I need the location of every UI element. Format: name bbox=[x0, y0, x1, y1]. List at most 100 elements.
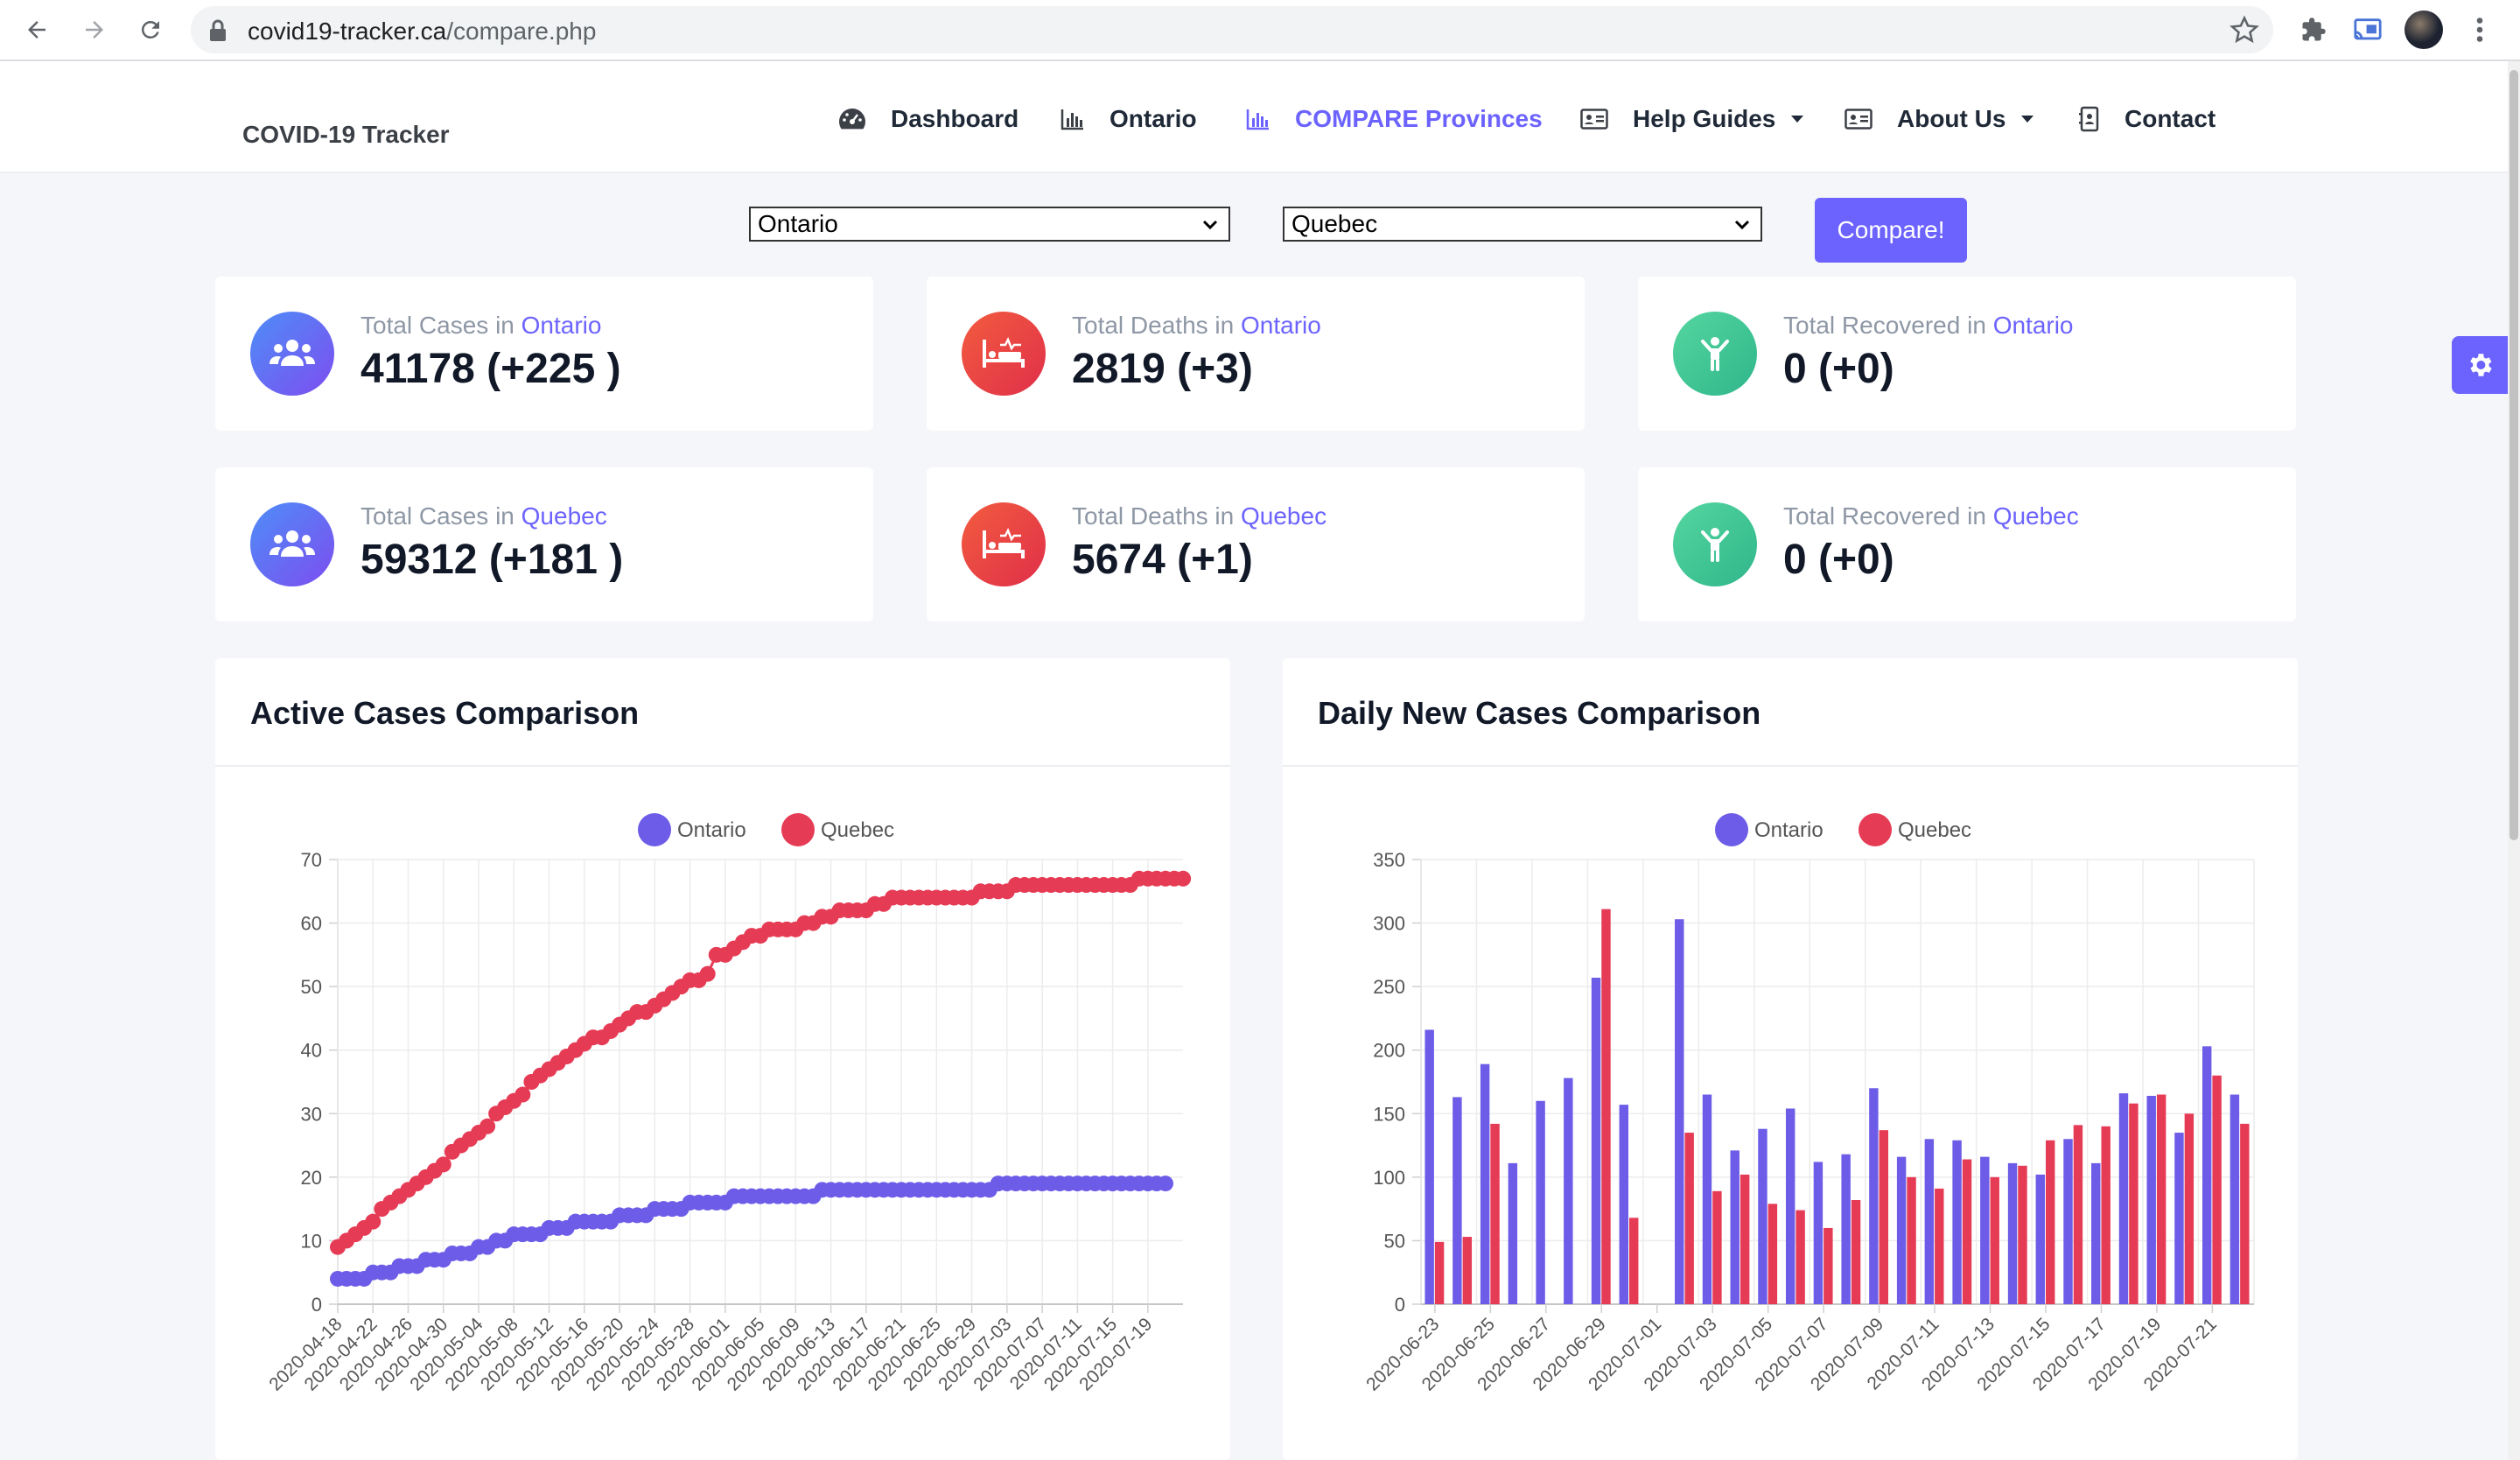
stat-card-total-cases-b: Total Cases in Quebec 59312 (+181 ) bbox=[215, 467, 873, 621]
y-tick-label: 0 bbox=[312, 1294, 322, 1316]
bar-ontario bbox=[1675, 919, 1684, 1304]
nav-dashboard[interactable]: Dashboard bbox=[838, 102, 1018, 137]
bar-quebec bbox=[2046, 1140, 2055, 1304]
stat-region: Quebec bbox=[521, 502, 607, 530]
bar-ontario bbox=[1952, 1140, 1962, 1304]
bar-quebec bbox=[2101, 1126, 2110, 1304]
province-b-select[interactable]: Quebec bbox=[1283, 207, 1762, 242]
stat-label: Total Recovered in Ontario bbox=[1783, 312, 2074, 340]
bar-ontario bbox=[2202, 1046, 2212, 1304]
bar-ontario bbox=[1702, 1094, 1712, 1304]
stat-label: Total Recovered in Quebec bbox=[1783, 502, 2079, 530]
compare-button[interactable]: Compare! bbox=[1815, 198, 1967, 263]
bar-quebec bbox=[1962, 1159, 1972, 1304]
stat-label: Total Cases in Quebec bbox=[360, 502, 607, 530]
legend-swatch bbox=[638, 813, 671, 846]
bar-quebec bbox=[1907, 1176, 1916, 1304]
bookmark-star-icon[interactable] bbox=[2230, 15, 2259, 45]
reload-button[interactable] bbox=[131, 11, 170, 49]
nav-compare-label: COMPARE Provinces bbox=[1295, 105, 1543, 132]
province-a-select[interactable]: Ontario bbox=[749, 207, 1230, 242]
y-tick-label: 100 bbox=[1373, 1167, 1405, 1189]
y-tick-label: 300 bbox=[1373, 913, 1405, 935]
y-tick-label: 50 bbox=[301, 976, 322, 998]
cast-button[interactable] bbox=[2348, 11, 2387, 49]
chevron-down-icon bbox=[1734, 220, 1750, 230]
bar-quebec bbox=[2156, 1094, 2166, 1304]
id-card-icon bbox=[1580, 109, 1608, 130]
bar-quebec bbox=[1768, 1204, 1778, 1304]
y-tick-label: 10 bbox=[301, 1230, 322, 1252]
active-cases-line-chart: 010203040506070Ontario Quebec2020-04-1820… bbox=[265, 813, 1192, 1394]
bar-quebec bbox=[1629, 1218, 1639, 1304]
contact-book-icon bbox=[2079, 106, 2099, 132]
stat-label-prefix: Total Deaths in bbox=[1072, 502, 1235, 530]
url-text: covid19-tracker.ca/compare.php bbox=[248, 18, 596, 46]
legend-label: Quebec bbox=[821, 818, 894, 842]
bar-ontario bbox=[1785, 1108, 1796, 1304]
bar-ontario bbox=[1619, 1105, 1628, 1304]
stat-region: Quebec bbox=[1241, 502, 1327, 530]
stat-value: 5674 (+1) bbox=[1072, 537, 1253, 583]
y-tick-label: 200 bbox=[1373, 1040, 1405, 1062]
stat-card-total-recovered-a: Total Recovered in Ontario 0 (+0) bbox=[1638, 277, 2296, 431]
stat-label: Total Cases in Ontario bbox=[360, 312, 601, 340]
y-tick-label: 150 bbox=[1373, 1103, 1405, 1125]
bar-quebec bbox=[1740, 1174, 1750, 1304]
lock-icon bbox=[210, 19, 226, 41]
browser-menu-button[interactable] bbox=[2460, 11, 2499, 49]
nav-ontario-label: Ontario bbox=[1110, 105, 1197, 132]
bar-quebec bbox=[2184, 1113, 2194, 1304]
y-tick-label: 40 bbox=[301, 1040, 322, 1062]
stat-label: Total Deaths in Quebec bbox=[1072, 502, 1326, 530]
forward-button[interactable] bbox=[75, 11, 114, 49]
nav-dashboard-label: Dashboard bbox=[891, 105, 1019, 132]
legend-label: Ontario bbox=[677, 818, 746, 842]
brand-logo-text[interactable]: COVID-19 Tracker bbox=[242, 121, 450, 149]
stat-card-total-deaths-b: Total Deaths in Quebec 5674 (+1) bbox=[927, 467, 1585, 621]
y-tick-label: 50 bbox=[1384, 1230, 1405, 1252]
stat-card-total-recovered-b: Total Recovered in Quebec 0 (+0) bbox=[1638, 467, 2296, 621]
stat-value: 41178 (+225 ) bbox=[360, 346, 621, 392]
stat-value: 2819 (+3) bbox=[1072, 346, 1253, 392]
bar-quebec bbox=[1712, 1190, 1722, 1304]
nav-compare-provinces[interactable]: COMPARE Provinces bbox=[1246, 102, 1543, 137]
page-scrollbar-thumb[interactable] bbox=[2510, 70, 2518, 840]
reload-icon bbox=[141, 20, 159, 39]
nav-about-us[interactable]: About Us bbox=[1844, 102, 2034, 137]
people-group-icon bbox=[250, 312, 334, 396]
profile-avatar-button[interactable] bbox=[2404, 11, 2443, 49]
active-cases-chart-card: Active Cases Comparison 0 10 20 30 40 50 60 70 O… bbox=[215, 658, 1230, 1460]
bar-ontario bbox=[1480, 1063, 1490, 1304]
data-point bbox=[480, 1118, 496, 1134]
stat-label-prefix: Total Cases in bbox=[360, 312, 514, 339]
nav-help-guides[interactable]: Help Guides bbox=[1580, 102, 1804, 137]
bar-ontario bbox=[1896, 1156, 1907, 1304]
bar-quebec bbox=[1796, 1210, 1805, 1304]
chevron-down-icon bbox=[2021, 116, 2034, 123]
y-tick-label: 0 bbox=[1395, 1294, 1405, 1316]
nav-ontario[interactable]: Ontario bbox=[1060, 102, 1197, 137]
cast-icon bbox=[2354, 18, 2382, 40]
chevron-down-icon bbox=[1202, 220, 1218, 230]
bar-quebec bbox=[2073, 1125, 2083, 1304]
nav-contact[interactable]: Contact bbox=[2079, 102, 2216, 137]
stat-label: Total Deaths in Ontario bbox=[1072, 312, 1321, 340]
back-arrow-icon bbox=[28, 21, 46, 39]
data-point bbox=[1175, 870, 1192, 887]
data-point bbox=[699, 965, 716, 982]
stat-value: 0 (+0) bbox=[1783, 346, 1894, 392]
settings-panel-toggle[interactable] bbox=[2452, 336, 2508, 394]
stat-label-prefix: Total Recovered in bbox=[1783, 502, 1986, 530]
chart-title: Daily New Cases Comparison bbox=[1318, 695, 1761, 731]
address-bar[interactable]: covid19-tracker.ca/compare.php bbox=[191, 6, 2273, 53]
bar-quebec bbox=[2240, 1123, 2250, 1304]
bar-ontario bbox=[1452, 1097, 1462, 1304]
bar-ontario bbox=[1730, 1150, 1740, 1304]
nav-contact-label: Contact bbox=[2124, 105, 2216, 132]
back-button[interactable] bbox=[18, 11, 56, 49]
site-header: COVID-19 Tracker Dashboard Ontario COMPA… bbox=[0, 61, 2520, 173]
extensions-button[interactable] bbox=[2294, 11, 2333, 49]
hospital-bed-icon bbox=[962, 502, 1046, 586]
bar-ontario bbox=[1564, 1077, 1573, 1304]
